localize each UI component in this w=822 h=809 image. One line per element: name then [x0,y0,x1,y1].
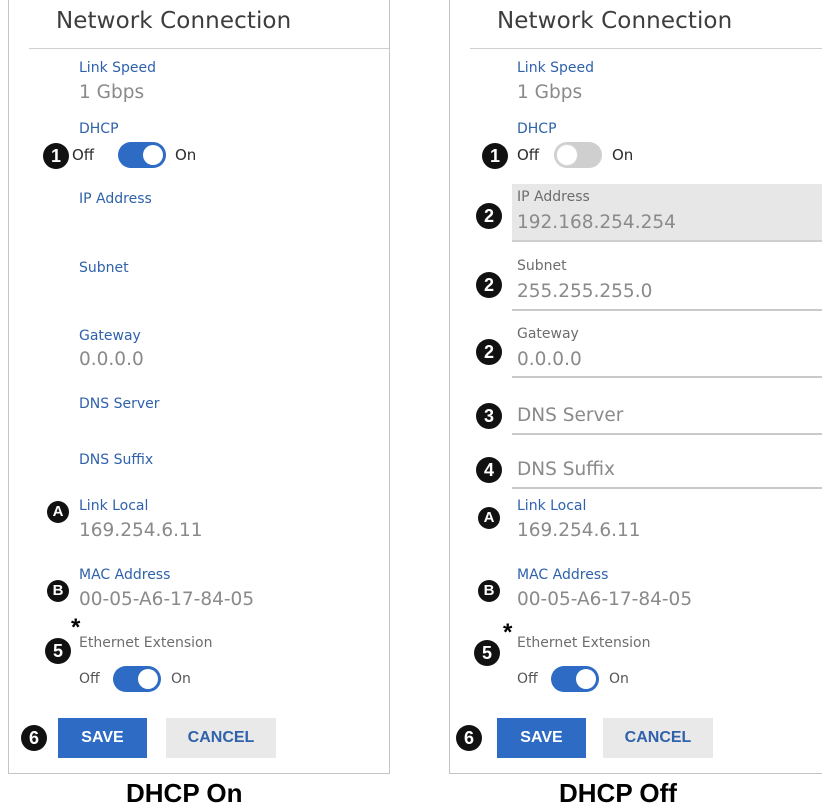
dhcp-toggle[interactable] [118,142,166,168]
dns-server-field[interactable]: DNS Server [512,396,822,435]
mac-address-label: MAC Address [517,567,609,583]
callout-5-badge: 5 [474,640,500,666]
mac-address-value: 00-05-A6-17-84-05 [517,589,693,610]
asterisk-note: * [503,619,513,646]
callout-b-badge: B [478,580,500,602]
ethernet-extension-off-label: Off [79,671,100,687]
toggle-knob [138,669,158,689]
ethernet-extension-off-label: Off [517,671,538,687]
dhcp-toggle[interactable] [554,142,602,168]
callout-6-badge: 6 [21,725,47,751]
callout-1-badge: 1 [482,143,508,169]
ethernet-extension-toggle[interactable] [113,666,161,692]
subnet-value: 255.255.255.0 [517,281,653,302]
network-connection-panel-dhcp-on: Network Connection Link Speed 1 Gbps DHC… [8,0,390,774]
subnet-label: Subnet [517,258,567,274]
callout-6-badge: 6 [456,725,482,751]
dhcp-off-label: Off [72,146,95,164]
ip-address-label: IP Address [517,189,590,205]
mac-address-label: MAC Address [79,567,171,583]
dns-server-label: DNS Server [79,396,160,412]
callout-5-badge: 5 [45,638,71,664]
callout-1-badge: 1 [43,143,69,169]
dns-suffix-placeholder: DNS Suffix [517,459,616,480]
callout-a-badge: A [478,507,500,529]
callout-3-badge: 3 [476,403,502,429]
callout-4-badge: 4 [476,457,502,483]
dhcp-label: DHCP [79,121,119,137]
ethernet-extension-on-label: On [609,671,629,687]
network-connection-panel-dhcp-off: Network Connection Link Speed 1 Gbps DHC… [449,0,822,774]
cancel-button[interactable]: CANCEL [166,718,276,758]
link-local-label: Link Local [79,498,149,514]
link-speed-label: Link Speed [79,60,157,76]
mac-address-value: 00-05-A6-17-84-05 [79,589,255,610]
dns-suffix-label: DNS Suffix [79,452,154,468]
ethernet-extension-on-label: On [171,671,191,687]
link-local-value: 169.254.6.11 [517,520,641,541]
callout-a-badge: A [47,501,69,523]
cancel-button[interactable]: CANCEL [603,718,713,758]
gateway-label: Gateway [79,328,141,344]
link-speed-label: Link Speed [517,60,595,76]
ip-address-field[interactable]: IP Address 192.168.254.254 [512,184,822,242]
caption-dhcp-off: DHCP Off [559,778,677,808]
gateway-value: 0.0.0.0 [79,349,144,370]
caption-dhcp-on: DHCP On [126,778,243,808]
dhcp-off-label: Off [517,146,540,164]
callout-b-badge: B [47,580,69,602]
gateway-label: Gateway [517,326,579,342]
link-local-label: Link Local [517,498,587,514]
link-local-value: 169.254.6.11 [79,520,203,541]
toggle-knob [557,145,577,165]
ethernet-extension-label: Ethernet Extension [79,635,213,651]
dhcp-on-label: On [175,146,197,164]
link-speed-value: 1 Gbps [517,82,583,103]
callout-2-badge: 2 [476,272,502,298]
toggle-knob [143,145,163,165]
dns-server-placeholder: DNS Server [517,405,624,426]
save-button[interactable]: SAVE [497,718,586,758]
subnet-label: Subnet [79,260,129,276]
ethernet-extension-toggle[interactable] [551,666,599,692]
callout-2-badge: 2 [476,203,502,229]
gateway-field[interactable]: Gateway 0.0.0.0 [512,321,822,378]
title-divider [470,48,822,49]
ip-address-value: 192.168.254.254 [517,212,676,233]
dns-suffix-field[interactable]: DNS Suffix [512,450,822,489]
dhcp-on-label: On [612,146,634,164]
toggle-knob [576,669,596,689]
subnet-field[interactable]: Subnet 255.255.255.0 [512,253,822,311]
ethernet-extension-label: Ethernet Extension [517,635,651,651]
title-divider [29,48,389,49]
page-title: Network Connection [497,8,733,34]
dhcp-label: DHCP [517,121,557,137]
gateway-value: 0.0.0.0 [517,349,582,370]
link-speed-value: 1 Gbps [79,82,145,103]
save-button[interactable]: SAVE [58,718,147,758]
ip-address-label: IP Address [79,191,152,207]
page-title: Network Connection [56,8,292,34]
callout-2-badge: 2 [476,339,502,365]
